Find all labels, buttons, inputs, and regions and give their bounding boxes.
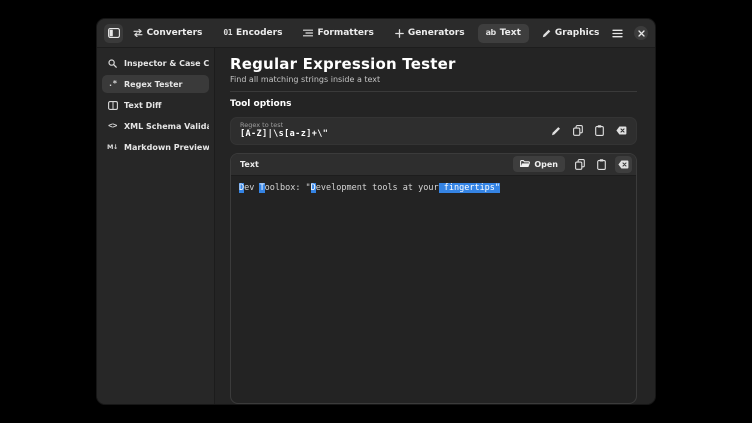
folder-open-icon [520, 160, 531, 168]
window-controls [609, 25, 648, 41]
tab-label: Converters [146, 28, 203, 38]
sidebar-item-label: Text Diff [124, 100, 162, 110]
sidebar-item-label: Inspector & Case Converter [124, 58, 209, 68]
regex-field-value[interactable]: [A-Z]|\s[a-z]+\" [240, 129, 542, 140]
menu-button[interactable] [609, 25, 625, 41]
sidebar-item-xml-schema-validator[interactable]: <> XML Schema Validator [102, 117, 209, 135]
backspace-clear-icon [618, 160, 629, 169]
sidebar-item-inspector-case-converter[interactable]: Inspector & Case Converter [102, 54, 209, 72]
backspace-clear-icon [616, 126, 627, 135]
sidebar: Inspector & Case Converter .* Regex Test… [97, 48, 215, 404]
divider [230, 91, 637, 92]
tab-graphics[interactable]: Graphics [534, 24, 608, 43]
editor-text: oolbox: " [264, 182, 311, 193]
tab-label: Text [499, 28, 521, 38]
regex-field-label: Regex to test [240, 120, 284, 129]
window-body: Inspector & Case Converter .* Regex Test… [97, 48, 655, 404]
code-tags-icon: <> [108, 121, 117, 130]
tab-label: Encoders [236, 28, 283, 38]
desktop-background: Converters 01 Encoders Formatters Genera… [0, 0, 752, 423]
sidebar-toggle-icon [107, 28, 120, 38]
tool-options-label: Tool options [230, 99, 292, 109]
tab-encoders[interactable]: 01 Encoders [215, 24, 290, 43]
editor-text: ev [244, 182, 260, 193]
edit-regex-button[interactable] [547, 122, 564, 139]
paste-icon [597, 159, 606, 170]
tab-converters[interactable]: Converters [125, 24, 211, 43]
page-title: Regular Expression Tester [230, 55, 456, 73]
sidebar-item-label: Markdown Previewer [124, 142, 209, 152]
tab-text[interactable]: ab Text [477, 23, 529, 43]
editor-line: Dev Toolbox: "Development tools at your … [239, 182, 628, 193]
sidebar-item-label: XML Schema Validator [124, 121, 209, 131]
clear-text-button[interactable] [615, 155, 632, 173]
match-highlight: fingertips" [438, 182, 501, 193]
editor-text: evelopment tools at your [315, 182, 439, 193]
swap-arrows-icon [133, 29, 143, 37]
open-button-label: Open [534, 159, 558, 169]
page-subtitle: Find all matching strings inside a text [230, 75, 381, 84]
copy-regex-button[interactable] [569, 122, 586, 139]
copy-text-button[interactable] [571, 156, 588, 173]
sidebar-item-markdown-previewer[interactable]: M↓ Markdown Previewer [102, 138, 209, 156]
ab-text-icon: ab [485, 28, 497, 37]
paste-text-button[interactable] [593, 156, 610, 173]
tab-label: Generators [407, 28, 465, 38]
app-window: Converters 01 Encoders Formatters Genera… [96, 18, 656, 405]
close-icon [637, 29, 645, 37]
copy-icon [572, 125, 583, 137]
open-file-button[interactable]: Open [513, 156, 565, 173]
binary-icon: 01 [223, 28, 233, 37]
category-tabs: Converters 01 Encoders Formatters Genera… [123, 23, 609, 43]
sidebar-item-text-diff[interactable]: Text Diff [102, 96, 209, 114]
pencil-icon [551, 126, 561, 136]
regex-field[interactable]: Regex to test [A-Z]|\s[a-z]+\" [240, 120, 542, 141]
markdown-icon: M↓ [107, 142, 118, 151]
text-panel: Text Open Dev Toolbox: "Development tool… [230, 152, 637, 404]
sidebar-item-regex-tester[interactable]: .* Regex Tester [102, 75, 209, 93]
text-panel-header: Text Open [231, 153, 636, 176]
tab-label: Formatters [317, 28, 374, 38]
copy-icon [574, 158, 585, 170]
toggle-sidebar-button[interactable] [104, 23, 123, 43]
pen-icon [542, 29, 551, 38]
regex-icon: .* [108, 79, 117, 88]
clear-regex-button[interactable] [613, 122, 630, 139]
close-button[interactable] [634, 26, 648, 40]
main-content: Regular Expression Tester Find all match… [215, 48, 655, 404]
diff-icon [107, 100, 118, 110]
indent-lines-icon [303, 29, 314, 37]
regex-input-card[interactable]: Regex to test [A-Z]|\s[a-z]+\" [230, 117, 637, 145]
tab-generators[interactable]: Generators [387, 24, 473, 43]
paste-regex-button[interactable] [591, 122, 608, 139]
text-editor[interactable]: Dev Toolbox: "Development tools at your … [231, 176, 636, 403]
tab-label: Graphics [554, 28, 600, 38]
sidebar-item-label: Regex Tester [124, 79, 183, 89]
header-bar: Converters 01 Encoders Formatters Genera… [97, 19, 655, 48]
paste-icon [595, 125, 604, 137]
text-panel-label: Text [240, 159, 259, 169]
hamburger-icon [611, 29, 623, 38]
tab-formatters[interactable]: Formatters [295, 24, 381, 43]
magnifier-icon [107, 58, 118, 68]
plus-icon [394, 28, 404, 38]
